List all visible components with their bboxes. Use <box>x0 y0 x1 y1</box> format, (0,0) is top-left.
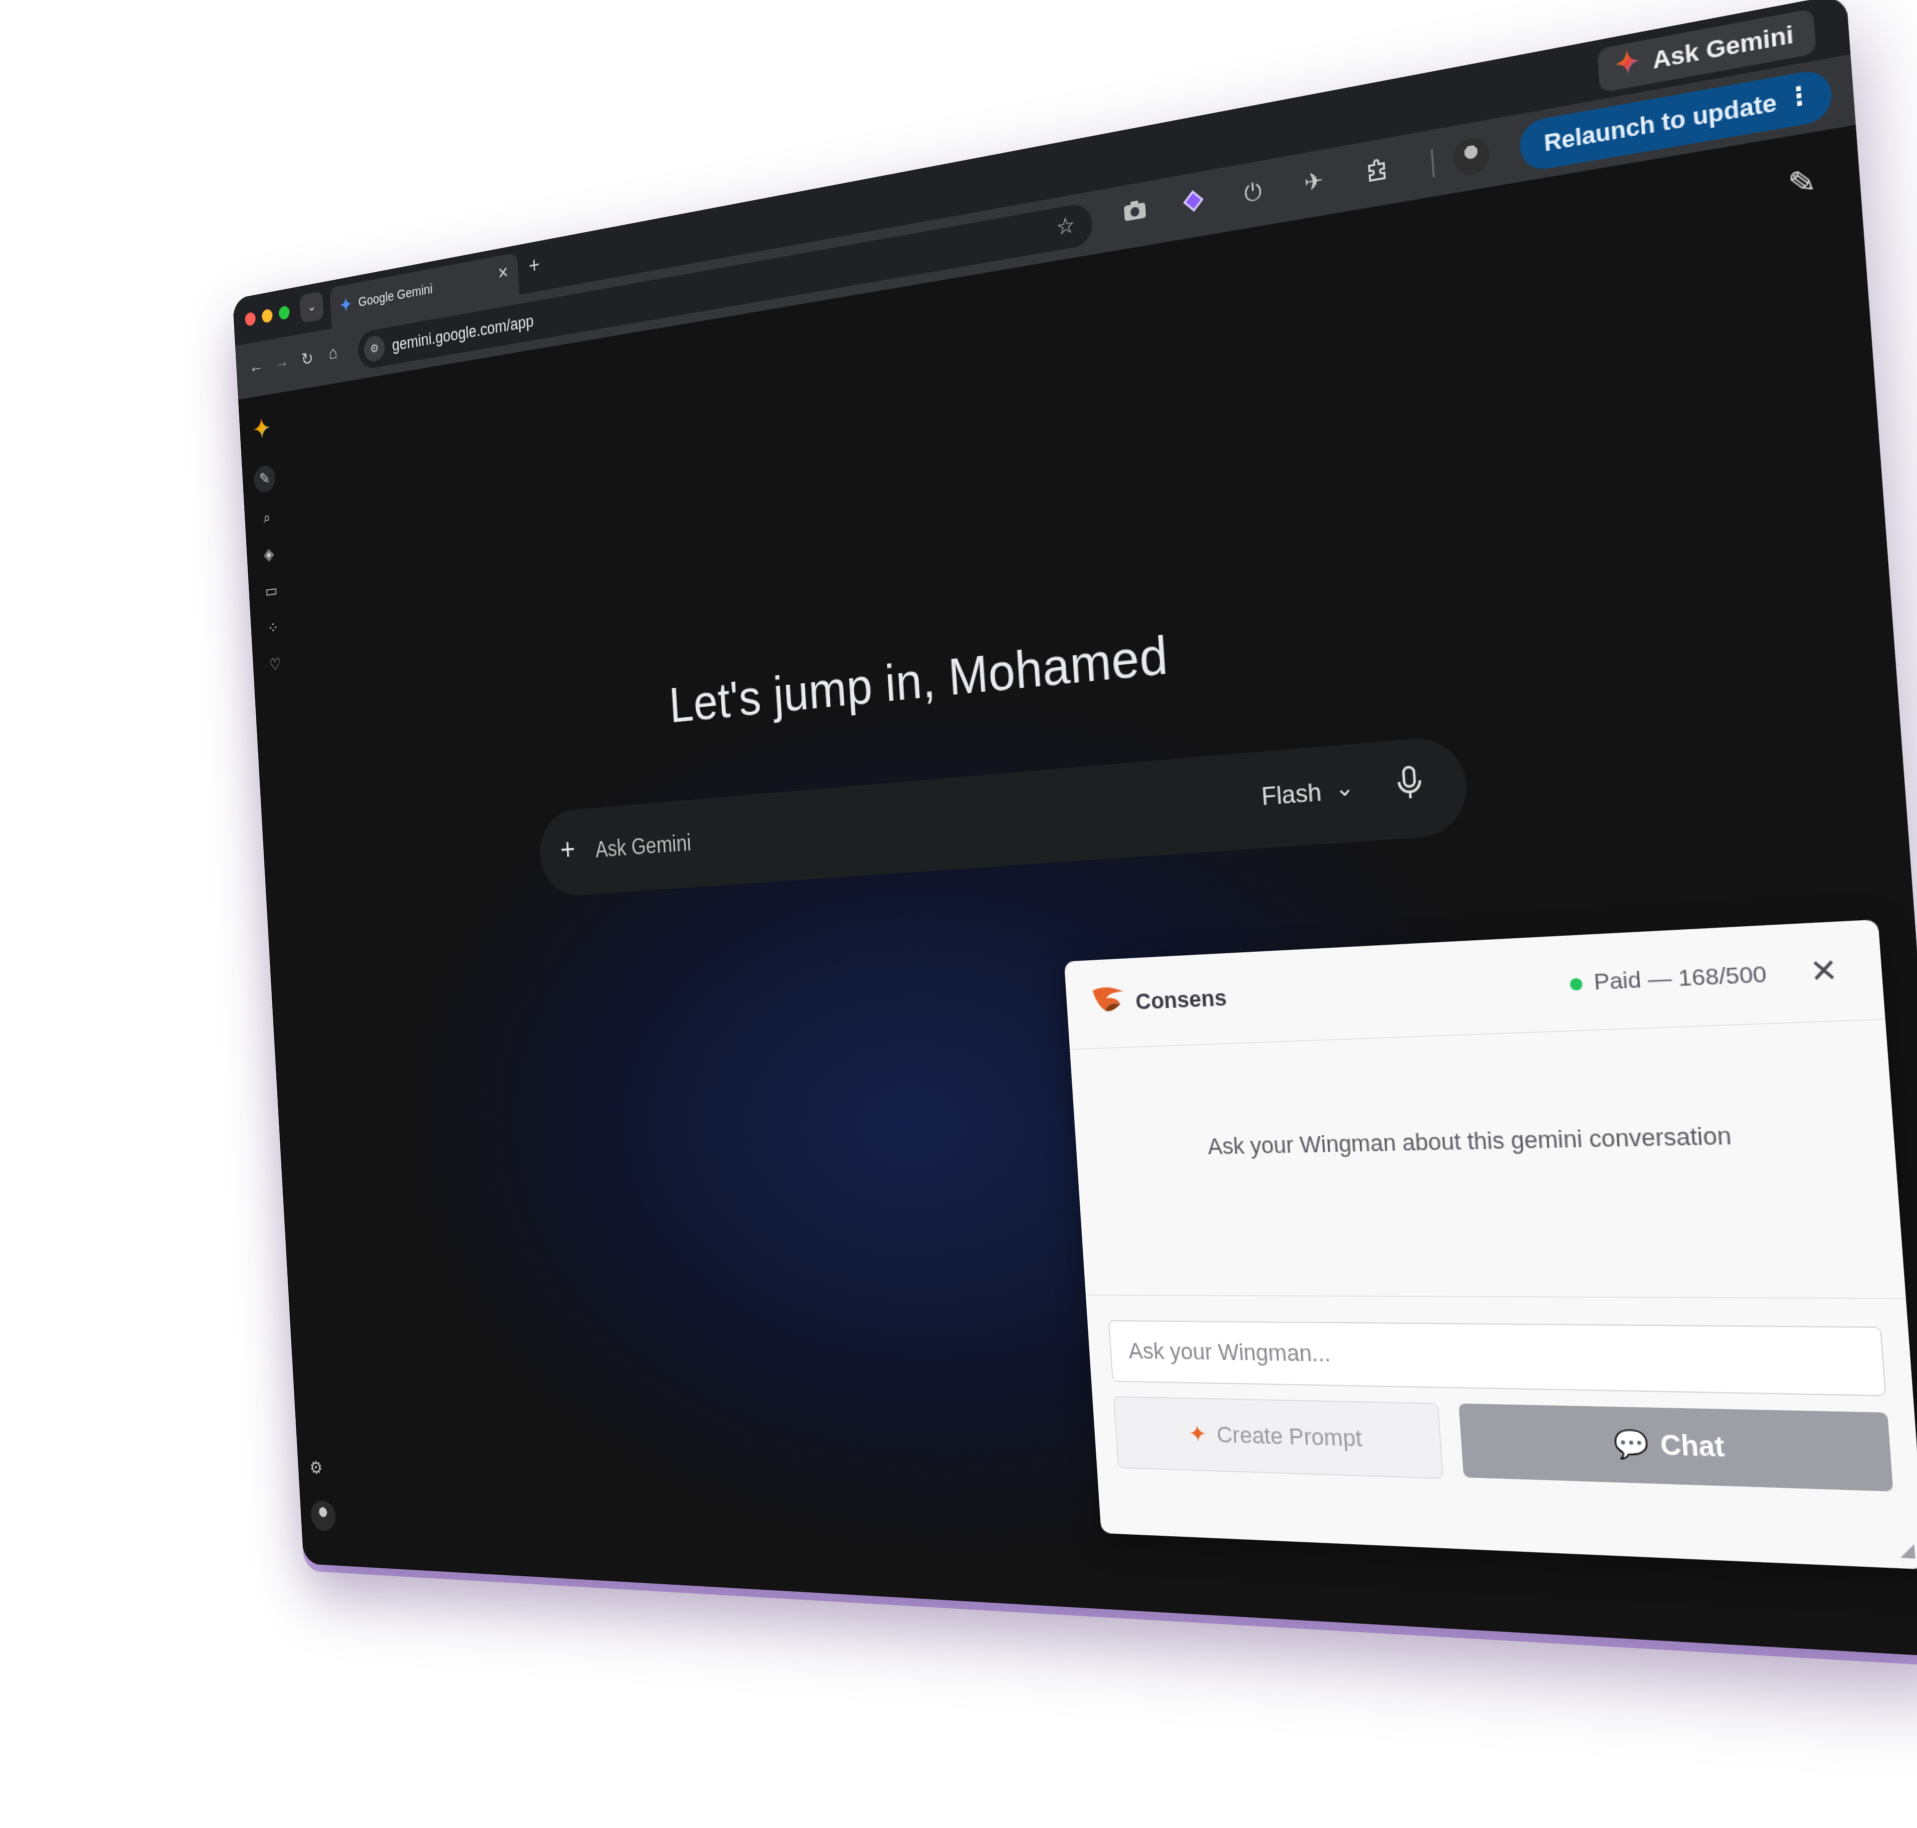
puzzle-extensions-icon[interactable] <box>1361 154 1395 191</box>
gemini-sidebar: ✎ ⌕ ◈ ▭ ⁘ ♡ ⚙ <box>238 392 348 1566</box>
gems-icon[interactable]: ◈ <box>258 539 281 568</box>
ask-gemini-label: Ask Gemini <box>1651 20 1795 75</box>
wingman-input-placeholder: Ask your Wingman... <box>1127 1337 1332 1367</box>
create-prompt-label: Create Prompt <box>1215 1421 1363 1452</box>
new-tab-button[interactable]: + <box>528 252 540 280</box>
empty-state-message: Ask your Wingman about this gemini conve… <box>1206 1121 1733 1160</box>
window-minimize-button[interactable] <box>261 308 273 324</box>
plan-status-text: Paid — 168/500 <box>1592 961 1768 996</box>
back-arrow-icon[interactable]: ← <box>246 355 267 378</box>
tab-search-button[interactable]: ⌄ <box>299 290 325 324</box>
settings-gear-icon[interactable]: ⚙ <box>309 1456 323 1479</box>
consens-panel: Consens Paid — 168/500 ✕ Ask your Wingma… <box>1064 919 1917 1570</box>
prompt-input[interactable]: Ask Gemini <box>595 830 692 863</box>
add-attachment-icon[interactable]: + <box>559 832 576 867</box>
create-prompt-button[interactable]: ✦ Create Prompt <box>1113 1396 1444 1479</box>
power-icon[interactable]: ⏻ <box>1237 176 1269 208</box>
account-avatar[interactable] <box>310 1500 337 1532</box>
model-selector[interactable]: Flash <box>1261 778 1323 812</box>
browser-window: ⌄ Google Gemini ✕ + Ask Gemini ← → ↻ ⌂ ⚙… <box>232 0 1917 1659</box>
greeting-heading: Let's jump in, Mohamed <box>667 626 1170 734</box>
gemini-logo-icon[interactable] <box>251 415 274 445</box>
edit-pencil-icon[interactable]: ✎ <box>1787 162 1818 204</box>
tab-title: Google Gemini <box>357 281 433 311</box>
plan-status: Paid — 168/500 <box>1570 962 1768 998</box>
prompt-bar[interactable]: + Ask Gemini Flash ⌄ <box>537 734 1470 898</box>
chevron-down-icon: ⌄ <box>306 298 317 316</box>
bookmark-star-icon[interactable]: ☆ <box>1055 212 1075 241</box>
apps-icon[interactable]: ⁘ <box>262 613 285 642</box>
new-chat-icon[interactable]: ✎ <box>253 464 276 494</box>
forward-arrow-icon[interactable]: → <box>271 351 292 375</box>
microphone-icon[interactable] <box>1395 764 1425 808</box>
wingman-extension-icon[interactable]: ✈ <box>1298 166 1331 199</box>
home-icon[interactable]: ⌂ <box>323 342 344 366</box>
gemini-sparkle-icon <box>1613 47 1642 85</box>
resize-handle-icon[interactable]: ◢ <box>1899 1538 1916 1562</box>
consens-footer: Ask your Wingman... ✦ Create Prompt 💬 Ch… <box>1085 1294 1917 1570</box>
chat-bubble-icon: 💬 <box>1612 1428 1651 1461</box>
status-dot <box>1570 977 1584 991</box>
window-maximize-button[interactable] <box>278 305 290 321</box>
library-icon[interactable]: ▭ <box>260 576 283 605</box>
search-icon[interactable]: ⌕ <box>256 503 279 532</box>
url-text: gemini.google.com/app <box>391 311 535 355</box>
diamond-extension-icon[interactable] <box>1178 187 1209 221</box>
sparkle-icon: ✦ <box>1187 1420 1208 1448</box>
chat-button[interactable]: 💬 Chat <box>1458 1403 1894 1492</box>
site-settings-icon[interactable]: ⚙ <box>363 334 386 363</box>
chevron-down-icon[interactable]: ⌄ <box>1334 774 1355 803</box>
tab-close-icon[interactable]: ✕ <box>497 263 509 283</box>
consens-header: Consens Paid — 168/500 ✕ <box>1064 919 1886 1050</box>
toolbar-divider <box>1430 149 1435 178</box>
heart-icon[interactable]: ♡ <box>264 650 287 679</box>
gemini-sparkle-icon <box>339 295 353 317</box>
camera-icon[interactable] <box>1120 198 1151 230</box>
more-menu-icon[interactable]: ⋮ <box>1785 80 1813 114</box>
wingman-input[interactable]: Ask your Wingman... <box>1108 1320 1887 1397</box>
close-icon[interactable]: ✕ <box>1808 951 1840 990</box>
profile-avatar[interactable] <box>1451 134 1491 178</box>
consens-logo-icon <box>1090 983 1127 1022</box>
reload-icon[interactable]: ↻ <box>297 346 318 372</box>
chat-label: Chat <box>1659 1429 1726 1463</box>
window-close-button[interactable] <box>244 311 256 327</box>
consens-brand: Consens <box>1134 984 1228 1015</box>
